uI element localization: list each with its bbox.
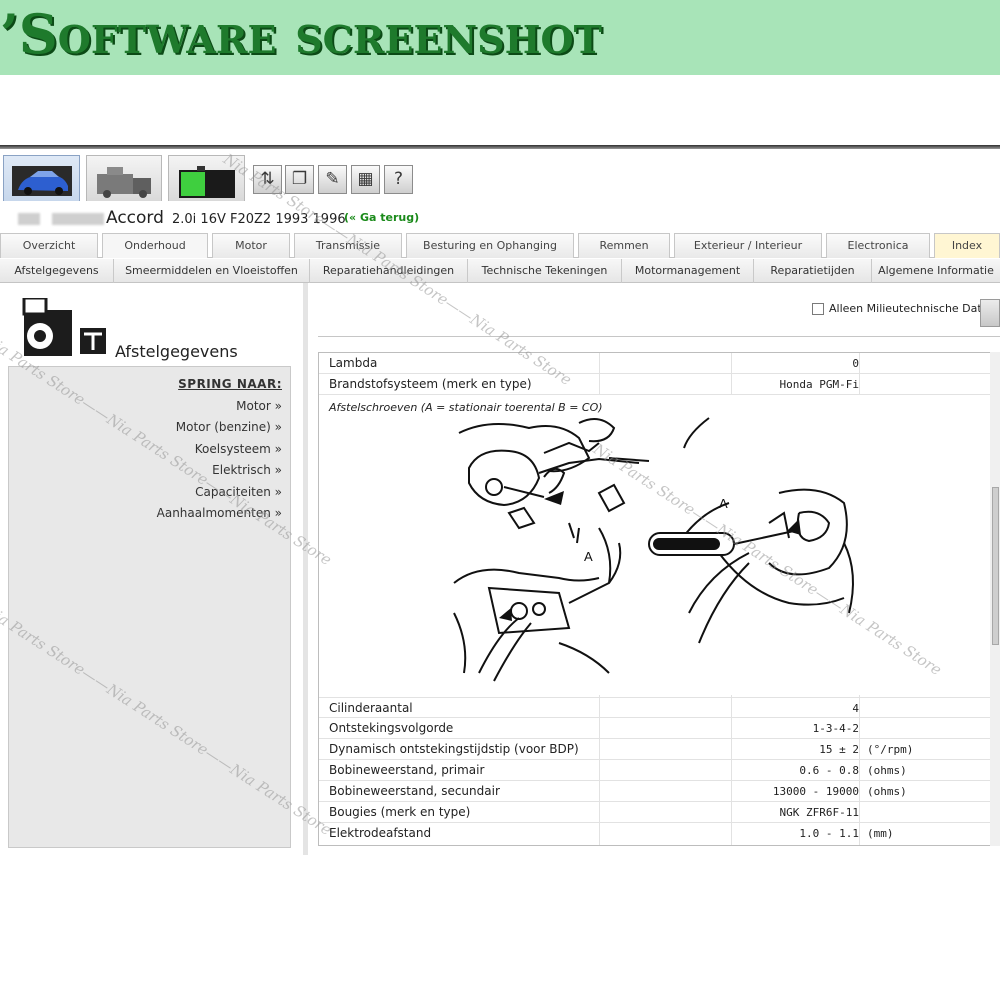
table-row: Ontstekingsvolgorde 1-3-4-2 (319, 718, 999, 739)
subtab-reparatietijden[interactable]: Reparatietijden (754, 259, 872, 283)
row-value: 1.0 - 1.1 (799, 827, 859, 840)
row-label: Lambda (329, 356, 378, 370)
row-value: Honda PGM-Fi (779, 378, 859, 391)
help-icon[interactable]: ? (384, 165, 413, 194)
print-button[interactable] (980, 299, 1000, 327)
row-label: Bougies (merk en type) (329, 805, 471, 819)
tab-besturing[interactable]: Besturing en Ophanging (406, 233, 574, 258)
vehicle-info: Accord 2.0i 16V F20Z2 1993 1996 (« Ga te… (0, 207, 1000, 231)
adjustment-data-table: Lambda 0 Brandstofsysteem (merk en type)… (318, 352, 1000, 846)
subtab-motormanagement[interactable]: Motormanagement (622, 259, 754, 283)
back-link[interactable]: (« Ga terug) (344, 211, 419, 224)
row-label: Brandstofsysteem (merk en type) (329, 377, 532, 391)
truck-icon (97, 167, 151, 198)
tab-transmissie[interactable]: Transmissie (294, 233, 402, 258)
env-filter-checkbox[interactable] (812, 303, 824, 315)
tab-onderhoud[interactable]: Onderhoud (102, 233, 208, 258)
table-row: Lambda 0 (319, 353, 999, 374)
truck-module-tab[interactable] (86, 155, 162, 201)
settings-sliders-icon[interactable]: ⇅ (253, 165, 282, 194)
table-row: Bobineweerstand, primair 0.6 - 0.8 (ohms… (319, 760, 999, 781)
env-filter-label: Alleen Milieutechnische Data (829, 302, 989, 315)
jump-link-motor-benzine[interactable]: Motor (benzine) » (176, 420, 282, 434)
battery-module-tab[interactable] (168, 155, 245, 201)
sub-tab-bar: Afstelgegevens Smeermiddelen en Vloeisto… (0, 259, 1000, 283)
row-unit: (mm) (867, 827, 894, 840)
jump-link-elektrisch[interactable]: Elektrisch » (212, 463, 282, 477)
tab-remmen[interactable]: Remmen (578, 233, 670, 258)
main-tab-bar: Overzicht Onderhoud Motor Transmissie Be… (0, 233, 1000, 258)
calculator-icon[interactable]: ▦ (351, 165, 380, 194)
table-row: Bobineweerstand, secundair 13000 - 19000… (319, 781, 999, 802)
row-label: Elektrodeafstand (329, 826, 432, 840)
tab-electronica[interactable]: Electronica (826, 233, 930, 258)
jump-to-panel: SPRING NAAR: Motor » Motor (benzine) » K… (8, 366, 291, 848)
subtab-reparatiehandleidingen[interactable]: Reparatiehandleidingen (310, 259, 468, 283)
row-value: NGK ZFR6F-11 (779, 806, 859, 819)
main-toolbar: ⇅ ❐ ✎ ▦ ? (0, 153, 1000, 203)
row-unit: (ohms) (867, 764, 907, 777)
copy-icon[interactable]: ❐ (285, 165, 314, 194)
car-icon (12, 166, 72, 196)
table-row: Dynamisch ontstekingstijdstip (voor BDP)… (319, 739, 999, 760)
adjustment-data-icon (22, 296, 106, 358)
table-row: Elektrodeafstand 1.0 - 1.1 (mm) (319, 823, 999, 844)
page-title: Afstelgegevens (115, 342, 238, 361)
scrollbar-thumb[interactable] (992, 487, 999, 645)
blurred-make-detail (52, 213, 104, 225)
table-row: Bougies (merk en type) NGK ZFR6F-11 (319, 802, 999, 823)
diagram-marker-a: A (719, 496, 728, 511)
table-row: Brandstofsysteem (merk en type) Honda PG… (319, 374, 999, 395)
row-value: 15 ± 2 (819, 743, 859, 756)
page-header: Afstelgegevens (20, 296, 305, 361)
tab-overzicht[interactable]: Overzicht (0, 233, 98, 258)
row-value: 0.6 - 0.8 (799, 764, 859, 777)
row-value: 4 (852, 702, 859, 715)
jump-link-aanhaalmomenten[interactable]: Aanhaalmomenten » (157, 506, 282, 520)
tab-motor[interactable]: Motor (212, 233, 290, 258)
row-label: Bobineweerstand, primair (329, 763, 485, 777)
row-value: 1-3-4-2 (812, 722, 859, 735)
edit-icon[interactable]: ✎ (318, 165, 347, 194)
header-separator (318, 336, 1000, 337)
table-row: Cilinderaantal 4 (319, 697, 999, 718)
row-label: Cilinderaantal (329, 701, 413, 715)
tab-exterieur[interactable]: Exterieur / Interieur (674, 233, 822, 258)
row-label: Bobineweerstand, secundair (329, 784, 500, 798)
subtab-afstelgegevens[interactable]: Afstelgegevens (0, 259, 114, 283)
jump-to-title: SPRING NAAR: (178, 377, 282, 391)
diagram-marker-a: A (584, 549, 593, 564)
row-value: 13000 - 19000 (772, 785, 859, 798)
subtab-algemene-informatie[interactable]: Algemene Informatie (872, 259, 1000, 283)
battery-icon (179, 166, 235, 198)
jump-link-koelsysteem[interactable]: Koelsysteem » (195, 442, 282, 456)
window-top-border (0, 145, 1000, 149)
banner-title: ’Software screenshot (0, 2, 602, 66)
vehicle-model: Accord (106, 208, 164, 228)
row-unit: (°/rpm) (867, 743, 914, 756)
row-label: Dynamisch ontstekingstijdstip (voor BDP) (329, 742, 579, 756)
car-module-tab[interactable] (3, 155, 80, 201)
tab-index[interactable]: Index (934, 233, 1000, 258)
jump-link-motor[interactable]: Motor » (236, 399, 282, 413)
blurred-make (18, 213, 40, 225)
adjustment-screws-diagram: A A (453, 417, 854, 682)
subtab-technische-tekeningen[interactable]: Technische Tekeningen (468, 259, 622, 283)
row-value: 0 (852, 357, 859, 370)
row-label: Ontstekingsvolgorde (329, 721, 454, 735)
vehicle-spec: 2.0i 16V F20Z2 1993 1996 (172, 212, 346, 227)
jump-link-capaciteiten[interactable]: Capaciteiten » (195, 485, 282, 499)
promo-banner: ’Software screenshot (0, 0, 1000, 75)
panel-divider (303, 283, 308, 855)
subtab-smeermiddelen[interactable]: Smeermiddelen en Vloeistoffen (114, 259, 310, 283)
row-unit: (ohms) (867, 785, 907, 798)
